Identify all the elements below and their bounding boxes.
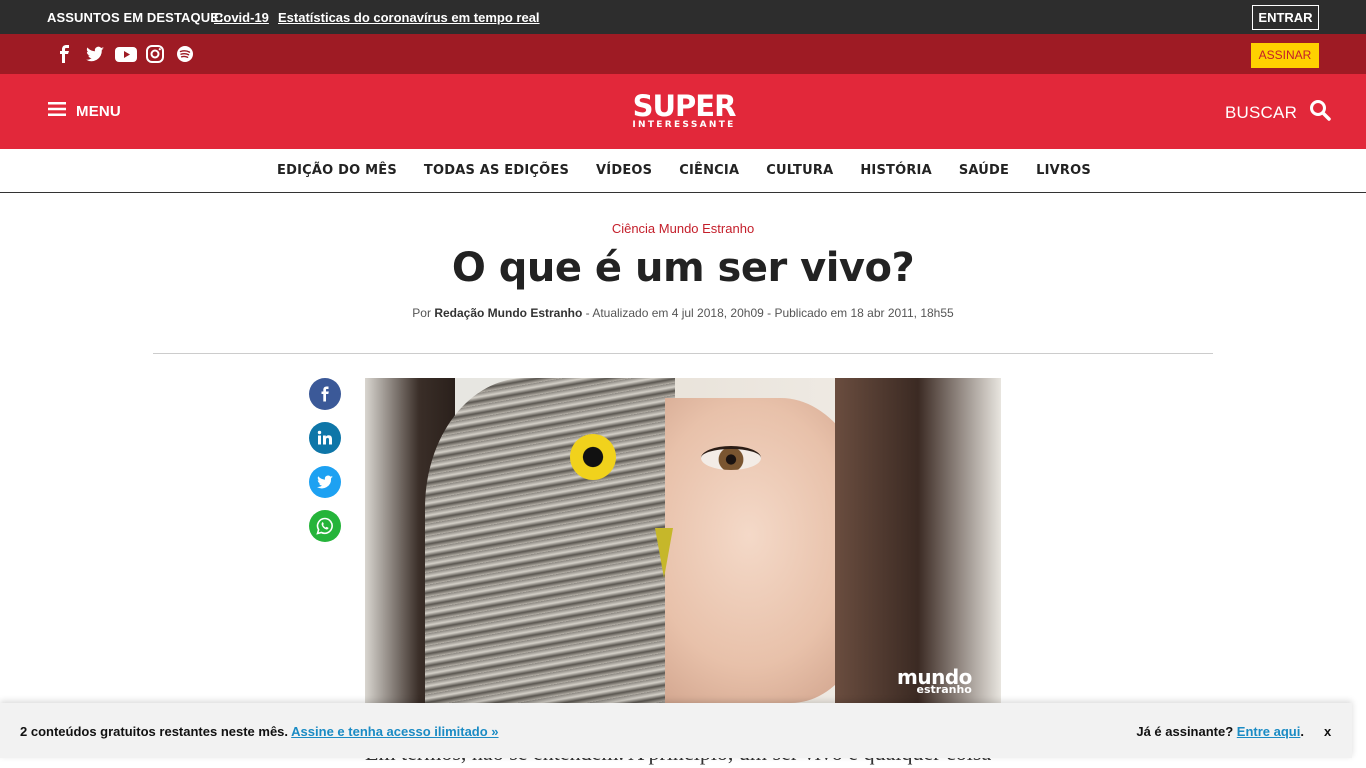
owl-beak (655, 528, 673, 578)
menu-button[interactable]: MENU (48, 101, 121, 122)
article-hero-image: mundo estranho (365, 378, 1001, 703)
search-icon (1309, 99, 1331, 126)
trending-label: ASSUNTOS EM DESTAQUE: (47, 10, 224, 25)
site-logo[interactable]: SUPER INTERESSANTE (629, 92, 739, 132)
byline-prefix: Por (412, 306, 435, 320)
nav-item-livros[interactable]: LIVROS (1036, 163, 1091, 178)
trending-bar: ASSUNTOS EM DESTAQUE: Covid-19 Estatísti… (0, 0, 1366, 34)
twitter-icon[interactable] (85, 44, 105, 64)
article-title: O que é um ser vivo? (451, 245, 915, 291)
nav-item-edicao-do-mes[interactable]: EDIÇÃO DO MÊS (277, 163, 397, 178)
mundo-estranho-watermark: mundo estranho (897, 667, 972, 695)
nav-item-ciencia[interactable]: CIÊNCIA (679, 163, 739, 178)
spotify-icon[interactable] (175, 44, 195, 64)
facebook-icon (321, 386, 329, 402)
whatsapp-icon (316, 517, 333, 535)
nav-item-todas-as-edicoes[interactable]: TODAS AS EDIÇÕES (424, 163, 569, 178)
login-button[interactable]: ENTRAR (1252, 5, 1319, 30)
search-button[interactable]: BUSCAR (1225, 99, 1331, 126)
nav-item-videos[interactable]: VÍDEOS (596, 163, 652, 178)
search-label: BUSCAR (1225, 102, 1298, 122)
trending-link-covid[interactable]: Covid-19 (214, 10, 269, 25)
paywall-login-link[interactable]: Entre aqui (1237, 724, 1301, 739)
instagram-icon[interactable] (145, 44, 165, 64)
paywall-bar: 2 conteúdos gratuitos restantes neste mê… (0, 703, 1352, 758)
share-whatsapp-button[interactable] (309, 510, 341, 542)
share-facebook-button[interactable] (309, 378, 341, 410)
main-nav: EDIÇÃO DO MÊS TODAS AS EDIÇÕES VÍDEOS CI… (0, 149, 1366, 193)
share-linkedin-button[interactable] (309, 422, 341, 454)
site-header: MENU SUPER INTERESSANTE BUSCAR (0, 74, 1366, 149)
paywall-subscribe-link[interactable]: Assine e tenha acesso ilimitado » (291, 724, 498, 739)
logo-interessante: INTERESSANTE (632, 120, 736, 130)
nav-item-saude[interactable]: SAÚDE (959, 163, 1009, 178)
logo-super: SUPER (632, 89, 737, 123)
hamburger-icon (48, 101, 66, 122)
youtube-icon[interactable] (115, 44, 137, 64)
paywall-close-button[interactable]: x (1324, 724, 1331, 739)
linkedin-icon (317, 430, 332, 445)
paywall-message: 2 conteúdos gratuitos restantes neste mê… (20, 724, 499, 739)
divider (153, 353, 1213, 354)
human-eye (701, 446, 761, 470)
article-byline: Por Redação Mundo Estranho - Atualizado … (0, 306, 1366, 320)
nav-item-historia[interactable]: HISTÓRIA (860, 163, 932, 178)
owl-half (425, 378, 675, 703)
paywall-login-prompt: Já é assinante? Entre aqui. (1136, 724, 1304, 739)
share-buttons (309, 378, 341, 542)
facebook-icon[interactable] (55, 44, 75, 64)
share-twitter-button[interactable] (309, 466, 341, 498)
article-category[interactable]: Ciência Mundo Estranho (0, 221, 1366, 236)
social-bar: ASSINAR (0, 34, 1366, 74)
paywall-count-text: 2 conteúdos gratuitos restantes neste mê… (20, 724, 289, 739)
subscribe-button[interactable]: ASSINAR (1251, 43, 1319, 68)
twitter-icon (317, 475, 333, 489)
nav-item-cultura[interactable]: CULTURA (766, 163, 833, 178)
byline-dates: - Atualizado em 4 jul 2018, 20h09 - Publ… (582, 306, 954, 320)
owl-eye (570, 434, 616, 480)
trending-link-stats[interactable]: Estatísticas do coronavírus em tempo rea… (278, 10, 540, 25)
menu-label: MENU (76, 103, 121, 120)
byline-author[interactable]: Redação Mundo Estranho (434, 306, 582, 320)
paywall-already-text: Já é assinante? (1136, 724, 1234, 739)
